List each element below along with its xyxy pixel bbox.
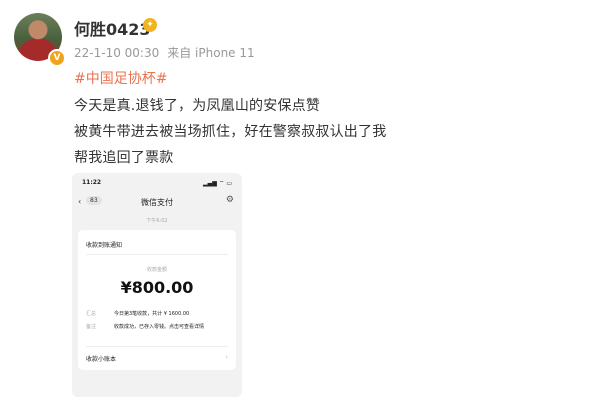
hashtag-link[interactable]: #中国足协杯# bbox=[74, 68, 167, 88]
phone-time: 11:22 bbox=[82, 179, 102, 186]
summary-value: 今日第3笔收款，共计 ¥ 1600.00 bbox=[114, 311, 190, 317]
chat-title: 微信支付 bbox=[141, 198, 173, 207]
payment-screenshot-image[interactable]: 11:22 ▂▄▆ ⌔ ▭ ‹ 83 微信支付 ⚙ 下午6:02 收款到账通知 … bbox=[72, 173, 242, 397]
post-text-line: 被黄牛带进去被当场抓住，好在警察叔叔认出了我 bbox=[74, 124, 387, 140]
amount-label: 收款金额 bbox=[146, 267, 167, 273]
card-header: 收款到账通知 bbox=[86, 242, 123, 249]
divider bbox=[86, 346, 228, 347]
payment-notification-card: 收款到账通知 收款金额 ¥800.00 汇总 今日第3笔收款，共计 ¥ 1600… bbox=[78, 230, 236, 370]
ledger-link-label: 收款小账本 bbox=[86, 356, 117, 363]
chevron-right-icon: › bbox=[225, 353, 228, 361]
note-key: 备注 bbox=[86, 324, 97, 330]
post-source: 来自 iPhone 11 bbox=[167, 46, 255, 60]
amount-value: ¥800.00 bbox=[120, 278, 194, 297]
medal-icon: ✦ bbox=[143, 18, 157, 32]
post-text-line: 今天是真.退钱了，为凤凰山的安保点赞 bbox=[74, 98, 321, 114]
post-text-line: 帮我追回了票款 bbox=[74, 150, 174, 166]
note-value: 收款成功，已存入零钱。点击可查看详情 bbox=[114, 324, 205, 330]
verified-badge-icon: V bbox=[48, 49, 66, 67]
gear-icon: ⚙ bbox=[225, 195, 234, 205]
post-meta: 22-1-10 00:30 来自 iPhone 11 bbox=[74, 44, 255, 61]
divider bbox=[86, 254, 228, 255]
summary-key: 汇总 bbox=[86, 311, 97, 317]
username[interactable]: 何胜0423 bbox=[74, 16, 151, 40]
phone-status-icons: ▂▄▆ ⌔ ▭ bbox=[203, 180, 232, 187]
message-time: 下午6:02 bbox=[146, 218, 168, 224]
post-timestamp: 22-1-10 00:30 bbox=[74, 46, 160, 60]
